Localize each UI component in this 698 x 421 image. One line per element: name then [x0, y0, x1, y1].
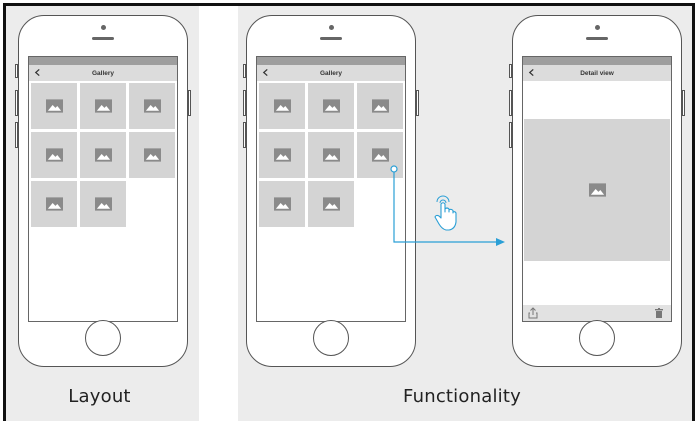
caption-layout: Layout	[68, 386, 131, 407]
tap-hand-icon	[434, 195, 457, 231]
tap-origin-dot	[390, 165, 398, 173]
flow-arrowhead	[496, 238, 505, 246]
flow-overlay	[390, 165, 505, 246]
caption-functionality: Functionality	[403, 386, 521, 407]
